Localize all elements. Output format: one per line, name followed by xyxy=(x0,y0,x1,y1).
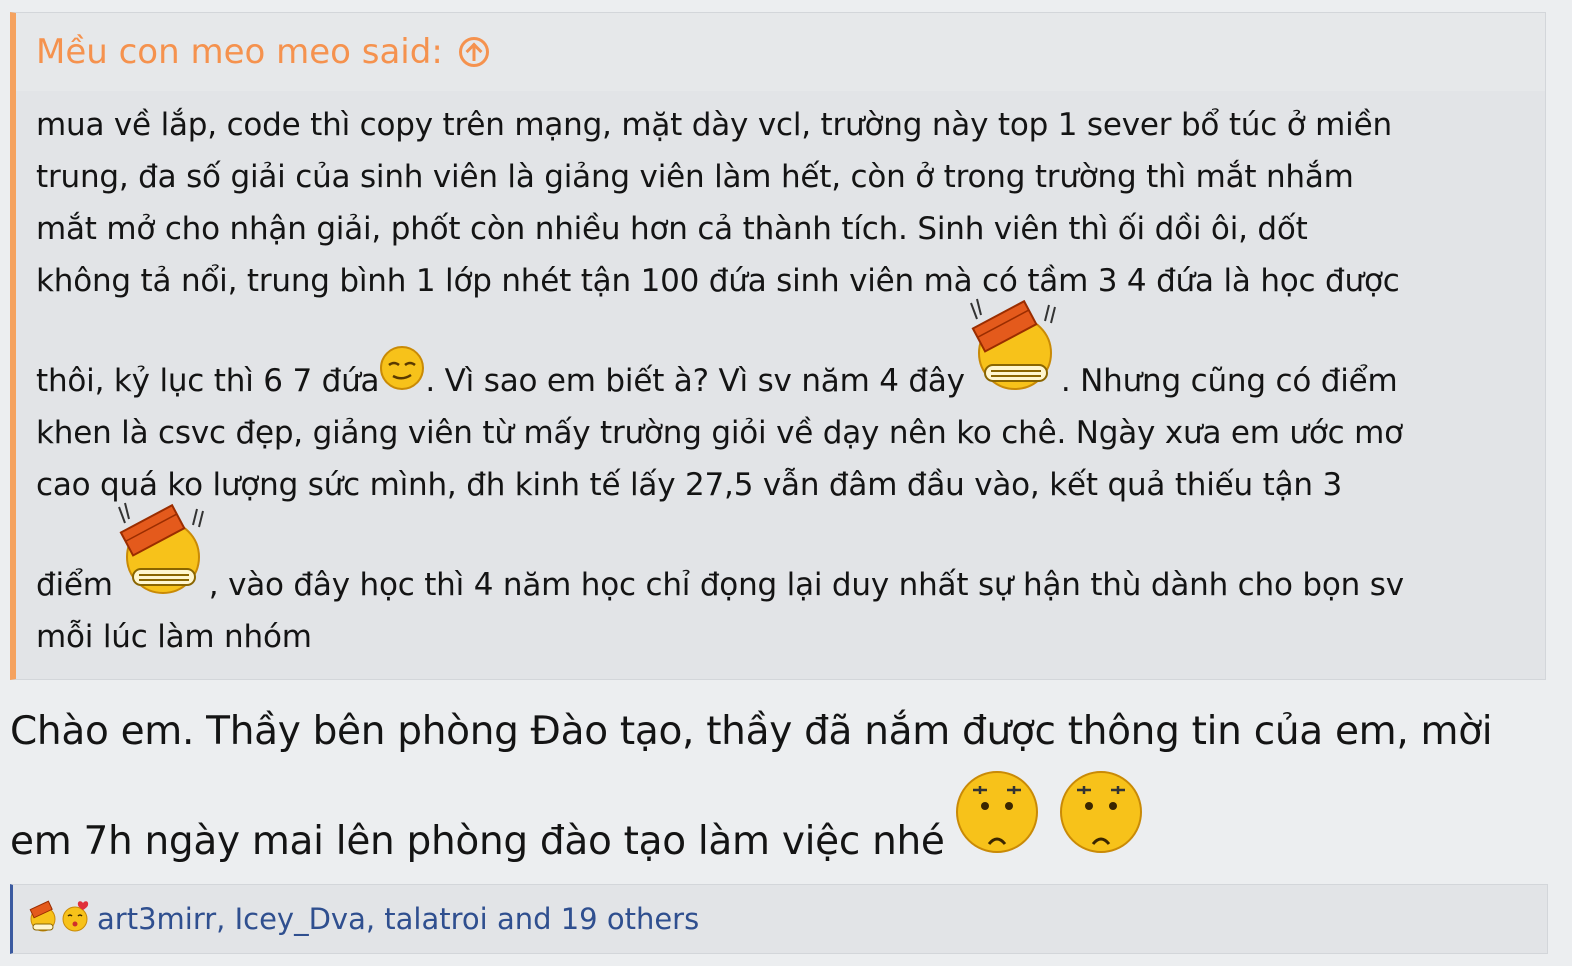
brick-head-emoji-icon xyxy=(965,295,1061,407)
reactions-bar[interactable]: art3mirr, Icey_Dva, talatroi and 19 othe… xyxy=(10,884,1548,954)
quote-line: cao quá ko lượng sức mình, đh kinh tế lấ… xyxy=(36,467,1343,503)
kiss-emoji-icon xyxy=(59,899,91,940)
frown-emoji-icon xyxy=(1055,770,1147,864)
smug-emoji-icon xyxy=(379,345,425,407)
quote-line: mua về lắp, code thì copy trên mạng, mặt… xyxy=(36,107,1392,143)
quote-line: mỗi lúc làm nhóm xyxy=(36,619,312,655)
reply-line: Chào em. Thầy bên phòng Đào tạo, thầy đã… xyxy=(10,709,1493,754)
brick-head-emoji-icon xyxy=(113,499,209,611)
quote-text: . Vì sao em biết à? Vì sv năm 4 đây xyxy=(425,363,965,399)
quote-block: Mều con meo meo said: mua về lắp, code t… xyxy=(10,12,1546,680)
reply-message: Chào em. Thầy bên phòng Đào tạo, thầy đã… xyxy=(10,700,1550,864)
reply-line: em 7h ngày mai lên phòng đào tạo làm việ… xyxy=(10,764,1550,864)
quote-line: mắt mở cho nhận giải, phốt còn nhiều hơn… xyxy=(36,211,1308,247)
reactions-text[interactable]: art3mirr, Icey_Dva, talatroi and 19 othe… xyxy=(97,902,699,936)
quote-body: mua về lắp, code thì copy trên mạng, mặt… xyxy=(16,91,1545,663)
quote-line: điểm , vào đây học thì 4 năm học chỉ đọn… xyxy=(36,502,1525,611)
quote-line: trung, đa số giải của sinh viên là giảng… xyxy=(36,159,1354,195)
frown-emoji-icon xyxy=(951,770,1043,864)
quote-author[interactable]: Mều con meo meo said: xyxy=(36,32,443,72)
brick-head-emoji-icon xyxy=(27,899,59,940)
quote-text: . Nhưng cũng có điểm xyxy=(1060,363,1398,399)
quote-line: khen là csvc đẹp, giảng viên từ mấy trườ… xyxy=(36,415,1403,451)
quote-text: điểm xyxy=(36,567,113,603)
quote-header[interactable]: Mều con meo meo said: xyxy=(16,13,1545,91)
quote-line: thôi, kỷ lục thì 6 7 đứa . Vì sao em biế… xyxy=(36,298,1525,407)
quote-line: không tả nổi, trung bình 1 lớp nhét tận … xyxy=(36,263,1400,299)
quote-text: , vào đây học thì 4 năm học chỉ đọng lại… xyxy=(208,567,1404,603)
reply-text: em 7h ngày mai lên phòng đào tạo làm việ… xyxy=(10,819,945,864)
arrow-up-circle-icon[interactable] xyxy=(458,37,489,67)
reaction-icons xyxy=(27,899,91,940)
quote-text: thôi, kỷ lục thì 6 7 đứa xyxy=(36,363,380,399)
